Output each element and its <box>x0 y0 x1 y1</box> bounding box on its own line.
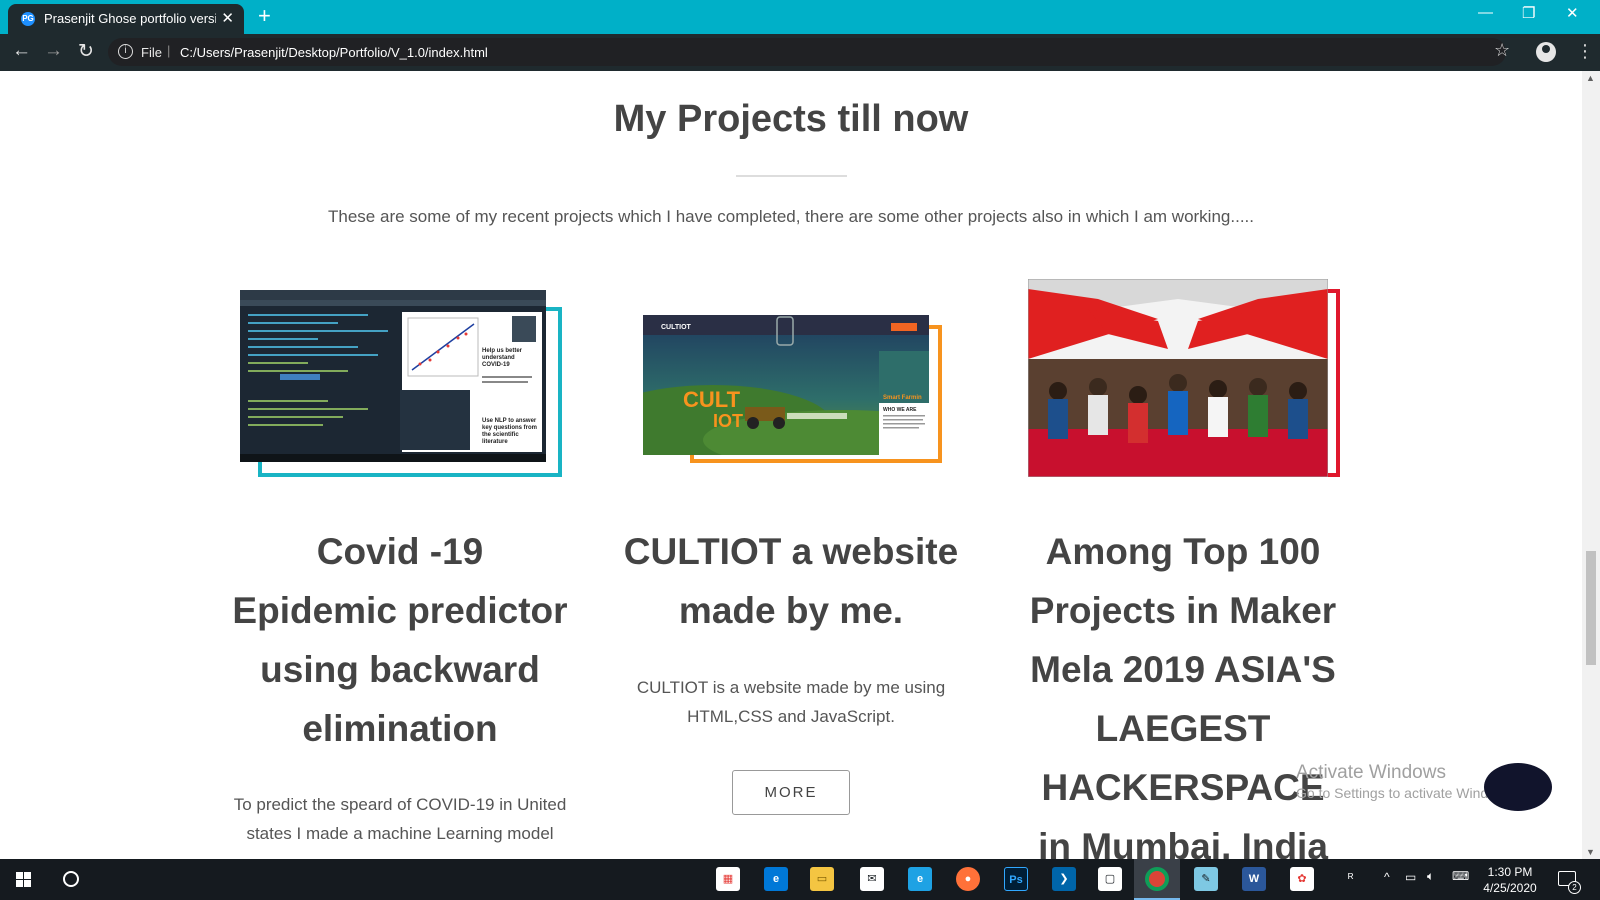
account-avatar-icon[interactable] <box>1536 42 1556 62</box>
browser-toolbar: ← → ↻ i File | C:/Users/Prasenjit/Deskto… <box>0 34 1600 71</box>
site-info-icon[interactable]: i <box>118 44 133 59</box>
project-1-description: To predict the speard of COVID-19 in Uni… <box>233 795 567 843</box>
bookmark-star-icon[interactable]: ☆ <box>1494 40 1510 61</box>
heading-divider <box>736 175 847 177</box>
forward-arrow-icon[interactable]: → <box>44 40 63 62</box>
url-separator: | <box>167 43 171 58</box>
scroll-up-arrow-icon[interactable]: ▲ <box>1586 73 1595 83</box>
browser-tab[interactable]: PG Prasenjit Ghose portfolio version ✕ <box>8 4 244 34</box>
url-text[interactable]: C:/Users/Prasenjit/Desktop/Portfolio/V_1… <box>180 45 488 60</box>
windows-taskbar: ▦ e ▭ ✉ e ● Ps ❯ ▢ ✎ W ✿ ᴿ ^ ▭ 🔈︎ ⌨ 1:30… <box>0 859 1600 900</box>
close-window-icon[interactable]: ✕ <box>1566 4 1579 22</box>
paint-icon[interactable]: ✿ <box>1290 867 1314 891</box>
project-1-title: Covid -19 Epidemic predictor using backw… <box>232 531 568 749</box>
svg-text:WHO WE ARE: WHO WE ARE <box>883 407 917 413</box>
terminal-icon[interactable]: ▢ <box>1098 867 1122 891</box>
store-icon[interactable]: ▦ <box>716 867 740 891</box>
volume-icon[interactable]: 🔈︎ <box>1427 869 1434 884</box>
svg-text:Help us better: Help us better <box>482 348 523 354</box>
restore-window-icon[interactable]: ❐ <box>1522 4 1535 22</box>
reload-icon[interactable]: ↻ <box>78 40 94 63</box>
svg-text:CULT: CULT <box>683 387 741 412</box>
project-3-title: Among Top 100 Projects in Maker Mela 201… <box>1029 531 1337 859</box>
svg-text:CULTIOT: CULTIOT <box>661 324 692 331</box>
scroll-down-arrow-icon[interactable]: ▼ <box>1586 847 1595 857</box>
svg-text:Use NLP to answer: Use NLP to answer <box>482 418 537 424</box>
svg-text:COVID-19: COVID-19 <box>482 362 510 368</box>
photoshop-icon[interactable]: Ps <box>1004 867 1028 891</box>
site-favicon-icon: PG <box>21 12 35 26</box>
section-heading: My Projects till now <box>613 98 969 140</box>
project-2-description: CULTIOT is a website made by me using HT… <box>636 678 946 726</box>
more-button[interactable]: MORE <box>732 770 850 815</box>
people-icon[interactable]: ᴿ <box>1348 871 1353 885</box>
svg-text:Smart Farmin: Smart Farmin <box>883 395 922 401</box>
new-tab-button[interactable]: + <box>258 3 271 29</box>
keyboard-icon[interactable]: ⌨ <box>1452 869 1469 883</box>
firefox-icon[interactable]: ● <box>956 867 980 891</box>
page-viewport: My Projects till now These are some of m… <box>0 71 1582 859</box>
minimize-window-icon[interactable]: — <box>1478 4 1493 21</box>
url-scheme: File <box>141 45 162 60</box>
svg-text:understand: understand <box>482 355 515 361</box>
tab-title: Prasenjit Ghose portfolio version <box>44 11 216 26</box>
clock-time: 1:30 PM <box>1487 865 1533 879</box>
internet-explorer-icon[interactable]: e <box>908 867 932 891</box>
svg-text:literature: literature <box>482 439 508 445</box>
project-2-title: CULTIOT a website made by me. <box>623 531 959 631</box>
chrome-icon[interactable] <box>1145 867 1169 891</box>
page-scrollbar[interactable]: ▲ ▼ <box>1582 71 1600 859</box>
address-bar[interactable]: i File | C:/Users/Prasenjit/Desktop/Port… <box>108 38 1506 66</box>
notification-count-badge: 2 <box>1568 881 1581 894</box>
project-1-image[interactable]: Help us better understand COVID-19 Use N… <box>240 290 546 462</box>
word-icon[interactable]: W <box>1242 867 1266 891</box>
svg-text:IOT: IOT <box>713 411 743 431</box>
file-explorer-icon[interactable]: ▭ <box>810 867 834 891</box>
back-arrow-icon[interactable]: ← <box>12 40 31 62</box>
floating-chat-button[interactable] <box>1484 763 1552 811</box>
edge-icon[interactable]: e <box>764 867 788 891</box>
svg-text:key questions from: key questions from <box>482 425 537 431</box>
section-subtitle: These are some of my recent projects whi… <box>328 207 1254 226</box>
project-3-image[interactable] <box>1028 279 1328 477</box>
show-hidden-icons-icon[interactable]: ^ <box>1384 870 1390 884</box>
project-2-image[interactable]: CULTIOT CULT IOT Smart Farmin WHO WE ARE <box>643 315 929 455</box>
cortana-search-icon[interactable] <box>63 871 79 887</box>
svg-text:the scientific: the scientific <box>482 432 519 438</box>
mail-icon[interactable]: ✉ <box>860 867 884 891</box>
clock-date: 4/25/2020 <box>1483 881 1537 895</box>
vscode-icon[interactable]: ❯ <box>1052 867 1076 891</box>
network-icon[interactable]: ▭ <box>1405 870 1416 884</box>
taskbar-clock[interactable]: 1:30 PM 4/25/2020 <box>1478 864 1542 896</box>
notepad-icon[interactable]: ✎ <box>1194 867 1218 891</box>
close-tab-icon[interactable]: ✕ <box>221 9 234 27</box>
activate-windows-title: Activate Windows <box>1296 762 1446 783</box>
scrollbar-thumb[interactable] <box>1586 551 1596 665</box>
browser-tab-bar: PG Prasenjit Ghose portfolio version ✕ +… <box>0 0 1600 34</box>
browser-menu-icon[interactable]: ⋮ <box>1576 41 1594 62</box>
